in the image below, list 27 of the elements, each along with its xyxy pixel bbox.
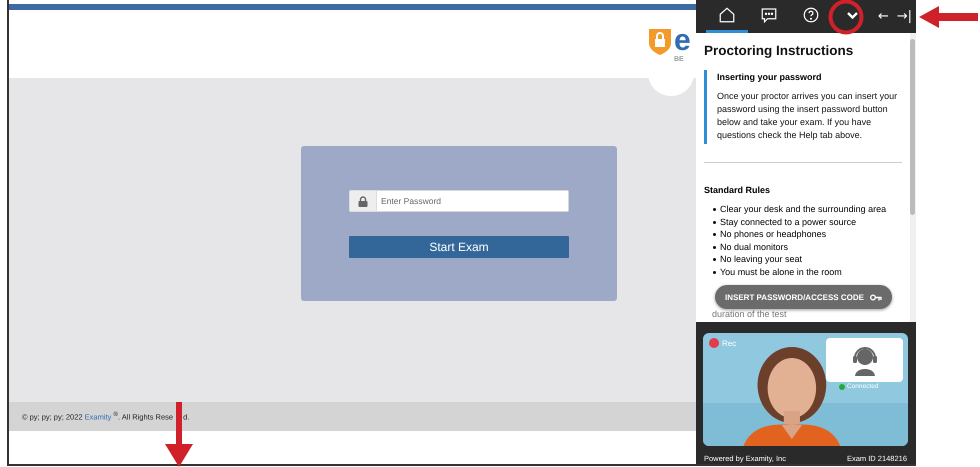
help-icon bbox=[802, 6, 820, 24]
logo-text: e bbox=[674, 28, 691, 54]
scrollbar-thumb[interactable] bbox=[910, 39, 915, 215]
annotation-arrow bbox=[919, 6, 978, 28]
dock-arrow-button[interactable]: →| bbox=[892, 9, 916, 24]
chat-icon bbox=[760, 6, 778, 24]
back-arrow-button[interactable]: ← bbox=[874, 9, 893, 24]
note-heading: Inserting your password bbox=[717, 72, 823, 82]
start-exam-button[interactable]: Start Exam bbox=[349, 236, 569, 258]
password-field[interactable]: Enter Password bbox=[377, 190, 569, 212]
rule-item: Clear your desk and the surrounding area bbox=[713, 203, 902, 216]
home-icon bbox=[718, 6, 736, 24]
note-text: Once your proctor arrives you can insert your password using the insert password button below and take your exam. If you have questions check the Help tab above. bbox=[717, 90, 898, 142]
rule-item: No leaving your seat bbox=[713, 253, 902, 266]
key-icon bbox=[870, 294, 882, 300]
rule-item: No phones or headphones bbox=[713, 228, 902, 241]
rule-item: You must be alone in the room bbox=[713, 266, 902, 279]
rec-label: Rec bbox=[722, 338, 736, 348]
rules-heading: Standard Rules bbox=[704, 185, 772, 195]
chevron-down-icon bbox=[847, 12, 858, 18]
rule-item: Stay connected to a power source bbox=[713, 216, 902, 228]
insert-password-button[interactable]: INSERT PASSWORD/ACCESS CODE bbox=[715, 285, 892, 309]
lock-icon bbox=[358, 196, 368, 206]
rule-item: No dual monitors bbox=[713, 240, 902, 254]
rule-text: duration of the test bbox=[711, 308, 788, 319]
panel-title: Proctoring Instructions bbox=[704, 43, 854, 58]
shield-lock-icon bbox=[648, 28, 672, 56]
